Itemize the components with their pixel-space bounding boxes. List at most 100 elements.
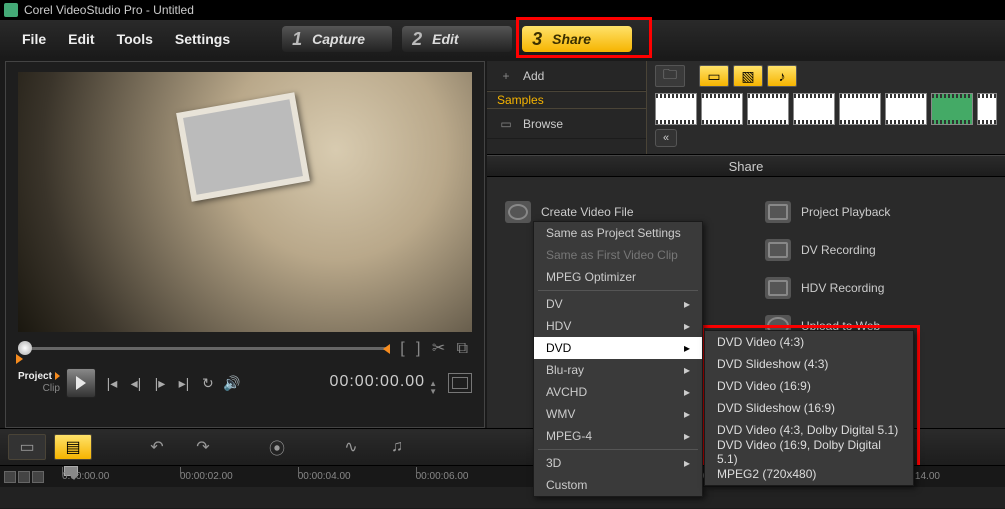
menu-wmv[interactable]: WMV▸ <box>534 403 702 425</box>
menu-bluray[interactable]: Blu-ray▸ <box>534 359 702 381</box>
split-clip-button[interactable]: ✂ <box>432 340 445 357</box>
step-share[interactable]: 3 Share <box>522 26 632 52</box>
mark-in-button[interactable]: [ <box>400 340 404 357</box>
mark-in-icon[interactable] <box>16 354 23 364</box>
dv-recording-label: DV Recording <box>801 243 876 257</box>
menu-custom[interactable]: Custom <box>534 474 702 496</box>
menu-same-project[interactable]: Same as Project Settings <box>534 222 702 244</box>
auto-music-button[interactable]: ♫ <box>378 434 416 460</box>
library-samples[interactable]: Samples <box>487 91 646 109</box>
library-thumb[interactable] <box>747 93 789 125</box>
step-label: Capture <box>312 31 365 47</box>
menu-mpeg-optimizer[interactable]: MPEG Optimizer <box>534 266 702 288</box>
chevron-right-icon: ▸ <box>684 319 690 333</box>
chevron-right-icon: ▸ <box>684 363 690 377</box>
dvd-slideshow-169[interactable]: DVD Slideshow (16:9) <box>705 397 913 419</box>
repeat-button[interactable]: ↻ <box>198 375 218 392</box>
library-thumb[interactable] <box>701 93 743 125</box>
menu-3d[interactable]: 3D▸ <box>534 452 702 474</box>
go-end-button[interactable]: ▸| <box>174 375 194 392</box>
timeline-tick: 0:00:00.00 <box>62 471 180 482</box>
menu-bar: File Edit Tools Settings 1 Capture 2 Edi… <box>0 20 1005 58</box>
dvd-video-169-dolby[interactable]: DVD Video (16:9, Dolby Digital 5.1) <box>705 441 913 463</box>
create-video-label: Create Video File <box>541 205 634 219</box>
monitor-icon <box>765 201 791 223</box>
project-playback[interactable]: Project Playback <box>765 197 987 227</box>
menu-file[interactable]: File <box>14 27 54 51</box>
menu-settings[interactable]: Settings <box>167 27 238 51</box>
library-thumb[interactable] <box>931 93 973 125</box>
title-bar: Corel VideoStudio Pro - Untitled <box>0 0 1005 20</box>
video-preview[interactable] <box>18 72 472 332</box>
volume-button[interactable]: 🔊 <box>222 375 242 392</box>
scrub-handle[interactable] <box>18 341 32 355</box>
timeline-view-button[interactable]: ▤ <box>54 434 92 460</box>
share-header-label: Share <box>729 159 764 174</box>
menu-separator <box>538 290 698 291</box>
audio-mixer-button[interactable]: ∿ <box>332 434 370 460</box>
dvd-video-43[interactable]: DVD Video (4:3) <box>705 331 913 353</box>
chevron-right-icon: ▸ <box>684 385 690 399</box>
dvd-video-169[interactable]: DVD Video (16:9) <box>705 375 913 397</box>
library-thumbnails <box>655 93 997 125</box>
menu-dvd[interactable]: DVD▸ <box>534 337 702 359</box>
filter-video-button[interactable]: ▭ <box>699 65 729 87</box>
step-capture[interactable]: 1 Capture <box>282 26 392 52</box>
workflow-steps: 1 Capture 2 Edit 3 Share <box>282 26 632 52</box>
mark-out-icon[interactable] <box>383 344 390 354</box>
dvd-slideshow-43[interactable]: DVD Slideshow (4:3) <box>705 353 913 375</box>
library-content: 🗀 ▭ ▧ ♪ « <box>647 61 1005 154</box>
library-thumb[interactable] <box>655 93 697 125</box>
storyboard-view-button[interactable]: ▭ <box>8 434 46 460</box>
go-start-button[interactable]: |◂ <box>102 375 122 392</box>
mode-project: Project <box>18 371 52 382</box>
step-label: Edit <box>432 31 458 47</box>
play-button[interactable] <box>66 368 96 398</box>
menu-avchd[interactable]: AVCHD▸ <box>534 381 702 403</box>
dv-recording[interactable]: DV Recording <box>765 235 987 265</box>
enlarge-button[interactable] <box>448 373 472 393</box>
film-reel-icon <box>505 201 531 223</box>
chevron-right-icon: ▸ <box>684 297 690 311</box>
track-toggle-icons[interactable] <box>4 471 44 483</box>
filter-photo-button[interactable]: ▧ <box>733 65 763 87</box>
create-video-menu: Same as Project Settings Same as First V… <box>533 221 703 497</box>
library-thumb[interactable] <box>793 93 835 125</box>
menu-same-first-clip: Same as First Video Clip <box>534 244 702 266</box>
step-edit[interactable]: 2 Edit <box>402 26 512 52</box>
dvd-submenu: DVD Video (4:3) DVD Slideshow (4:3) DVD … <box>704 330 914 486</box>
filter-audio-button[interactable]: ♪ <box>767 65 797 87</box>
playback-mode[interactable]: Project Clip <box>18 371 60 395</box>
menu-dv[interactable]: DV▸ <box>534 293 702 315</box>
hdv-recording[interactable]: HDV Recording <box>765 273 987 303</box>
library-add[interactable]: + Add <box>487 61 646 91</box>
undo-button[interactable]: ↶ <box>138 434 176 460</box>
menu-hdv[interactable]: HDV▸ <box>534 315 702 337</box>
menu-tools[interactable]: Tools <box>109 27 161 51</box>
chevron-right-icon: ▸ <box>684 407 690 421</box>
dvd-mpeg2-720x480[interactable]: MPEG2 (720x480) <box>705 463 913 485</box>
timecode-display[interactable]: 00:00:00.00▲▼ <box>330 371 438 396</box>
collapse-library-button[interactable]: « <box>655 129 677 147</box>
camera-hd-icon <box>765 277 791 299</box>
playback-controls: Project Clip |◂ ◂| |▸ ▸| ↻ 🔊 00:00:00.00… <box>18 368 472 398</box>
library-panel: + Add Samples ▭ Browse 🗀 ▭ ▧ ♪ <box>487 61 1005 155</box>
scrub-track[interactable] <box>18 347 388 350</box>
library-browse[interactable]: ▭ Browse <box>487 109 646 139</box>
library-thumb[interactable] <box>839 93 881 125</box>
mark-out-button[interactable]: ] <box>416 340 420 357</box>
step-label: Share <box>552 31 591 47</box>
next-frame-button[interactable]: |▸ <box>150 375 170 392</box>
menu-edit[interactable]: Edit <box>60 27 102 51</box>
redo-button[interactable]: ↷ <box>184 434 222 460</box>
timecode-spinner[interactable]: ▲▼ <box>429 380 438 396</box>
prev-frame-button[interactable]: ◂| <box>126 375 146 392</box>
filter-folder-button[interactable]: 🗀 <box>655 65 685 87</box>
menu-mpeg4[interactable]: MPEG-4▸ <box>534 425 702 447</box>
scrub-bar: [ ] ✂ ⧉ <box>18 338 472 358</box>
share-panel-header: Share <box>487 155 1005 177</box>
expand-button[interactable]: ⧉ <box>457 340 468 357</box>
record-button[interactable]: ⦿ <box>258 434 296 460</box>
library-thumb[interactable] <box>885 93 927 125</box>
library-thumb[interactable] <box>977 93 997 125</box>
